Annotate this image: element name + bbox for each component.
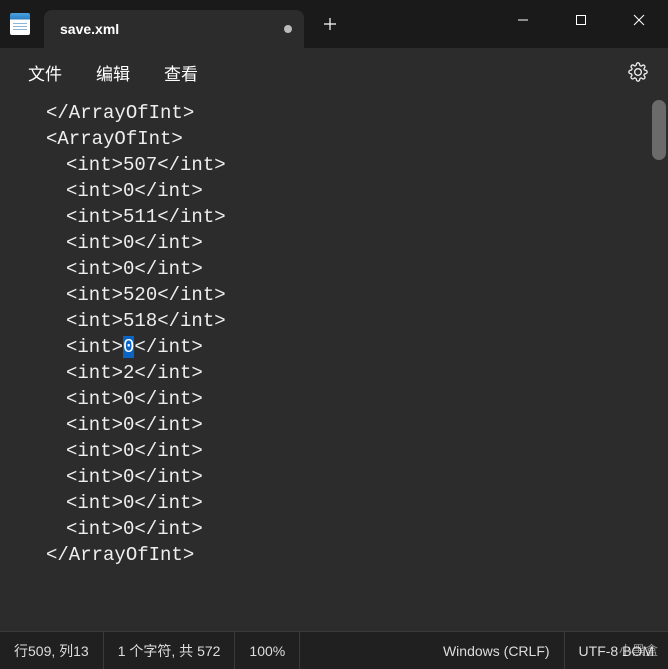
status-row-label: 行 — [14, 641, 28, 661]
tab-modified-indicator — [284, 25, 292, 33]
notepad-icon — [10, 13, 30, 35]
status-col-label: , 列 — [51, 641, 73, 661]
status-zoom[interactable]: 100% — [235, 632, 300, 669]
gear-icon — [628, 62, 648, 82]
code-line: <int>0</int> — [26, 464, 660, 490]
close-icon — [633, 14, 645, 26]
maximize-icon — [575, 14, 587, 26]
app-icon — [0, 0, 40, 48]
code-line: <int>0</int> — [26, 386, 660, 412]
settings-button[interactable] — [622, 56, 654, 88]
code-line: <int>0</int> — [26, 412, 660, 438]
code-line: <int>511</int> — [26, 204, 660, 230]
plus-icon — [323, 17, 337, 31]
code-line: <int>0</int> — [26, 490, 660, 516]
minimize-button[interactable] — [494, 0, 552, 40]
menu-file[interactable]: 文件 — [14, 54, 76, 91]
code-line: <int>518</int> — [26, 308, 660, 334]
status-col: 13 — [73, 643, 89, 659]
code-line: <int>520</int> — [26, 282, 660, 308]
code-line: <ArrayOfInt> — [26, 126, 660, 152]
maximize-button[interactable] — [552, 0, 610, 40]
titlebar: save.xml — [0, 0, 668, 48]
code-line: <int>0</int> — [26, 230, 660, 256]
menubar: 文件 编辑 查看 — [0, 48, 668, 96]
code-line: <int>507</int> — [26, 152, 660, 178]
minimize-icon — [517, 14, 529, 26]
text-content[interactable]: </ArrayOfInt><ArrayOfInt><int>507</int><… — [0, 96, 668, 572]
code-line: <int>0</int> — [26, 334, 660, 360]
close-button[interactable] — [610, 0, 668, 40]
statusbar: 行 509, 列 13 1 个字符, 共 572 100% Windows (C… — [0, 631, 668, 669]
status-row: 509 — [28, 643, 51, 659]
status-position: 行 509, 列 13 — [0, 632, 104, 669]
menu-view[interactable]: 查看 — [150, 54, 212, 91]
code-line: </ArrayOfInt> — [26, 100, 660, 126]
status-eol[interactable]: Windows (CRLF) — [300, 632, 564, 669]
code-line: <int>2</int> — [26, 360, 660, 386]
tab-title: save.xml — [60, 21, 274, 37]
editor-area[interactable]: </ArrayOfInt><ArrayOfInt><int>507</int><… — [0, 96, 668, 631]
code-line: <int>0</int> — [26, 438, 660, 464]
status-encoding[interactable]: UTF-8 BOM — [565, 632, 668, 669]
code-line: </ArrayOfInt> — [26, 542, 660, 568]
tab-strip: save.xml — [40, 0, 494, 48]
tab-save-xml[interactable]: save.xml — [44, 10, 304, 48]
code-line: <int>0</int> — [26, 516, 660, 542]
code-line: <int>0</int> — [26, 256, 660, 282]
new-tab-button[interactable] — [312, 6, 348, 42]
window-controls — [494, 0, 668, 48]
code-line: <int>0</int> — [26, 178, 660, 204]
scrollbar-thumb[interactable] — [652, 100, 666, 160]
menu-edit[interactable]: 编辑 — [82, 54, 144, 91]
status-chars: 1 个字符, 共 572 — [104, 632, 236, 669]
